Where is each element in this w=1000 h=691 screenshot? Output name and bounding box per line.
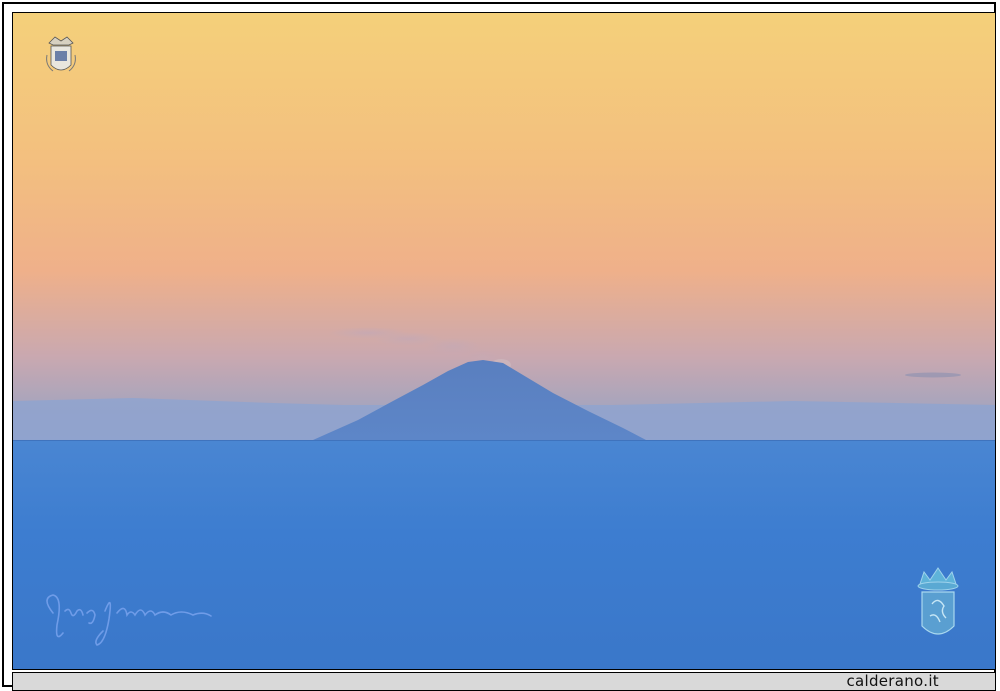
distant-cloud (905, 372, 961, 378)
landscape-photo (12, 12, 996, 670)
photo-frame: calderano.it (2, 2, 996, 691)
crowned-shield-icon (917, 567, 959, 635)
sea (13, 440, 995, 669)
photo-scene (13, 13, 995, 669)
site-label: calderano.it (846, 672, 939, 690)
footer-bar: calderano.it (12, 672, 996, 691)
